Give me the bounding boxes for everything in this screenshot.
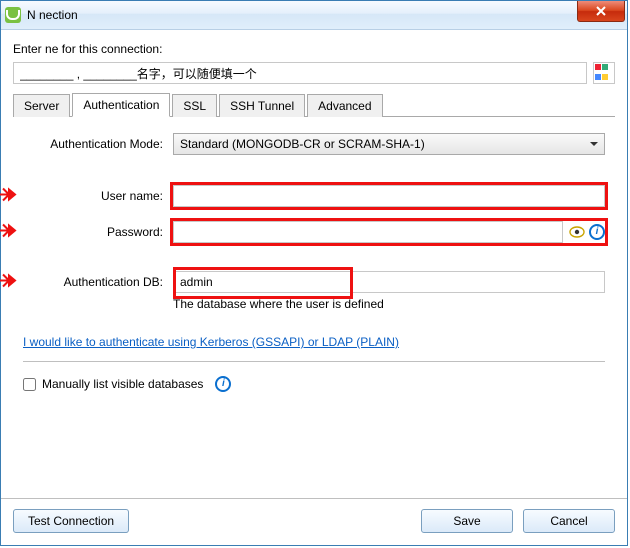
username-label: User name: xyxy=(23,189,173,203)
arrow-icon xyxy=(0,224,17,241)
auth-panel: Authentication Mode: Standard (MONGODB-C… xyxy=(13,117,615,494)
auth-mode-value: Standard (MONGODB-CR or SCRAM-SHA-1) xyxy=(180,137,425,151)
titlebar: N nection xyxy=(1,1,627,30)
save-button[interactable]: Save xyxy=(421,509,513,533)
tab-bar: Server Authentication SSL SSH Tunnel Adv… xyxy=(13,92,615,117)
tab-server[interactable]: Server xyxy=(13,94,70,117)
password-highlight: i xyxy=(173,221,605,243)
tab-ssl[interactable]: SSL xyxy=(172,94,217,117)
authdb-input[interactable] xyxy=(173,271,605,293)
manual-list-checkbox[interactable] xyxy=(23,378,36,391)
auth-mode-row: Authentication Mode: Standard (MONGODB-C… xyxy=(23,133,605,155)
auth-mode-label: Authentication Mode: xyxy=(23,137,173,151)
test-connection-button[interactable]: Test Connection xyxy=(13,509,129,533)
tab-ssh-tunnel[interactable]: SSH Tunnel xyxy=(219,94,305,117)
password-input[interactable] xyxy=(173,221,563,243)
app-icon xyxy=(5,7,21,23)
arrow-icon xyxy=(0,188,17,205)
authdb-field-wrap xyxy=(173,271,605,293)
window-title: N nection xyxy=(27,8,78,22)
prompt-label: Enter ne for this connection: xyxy=(13,42,615,56)
cancel-button[interactable]: Cancel xyxy=(523,509,615,533)
info-icon[interactable]: i xyxy=(215,376,231,392)
username-row: User name: xyxy=(23,185,605,207)
auth-mode-select[interactable]: Standard (MONGODB-CR or SCRAM-SHA-1) xyxy=(173,133,605,155)
authdb-row: Authentication DB: xyxy=(23,271,605,293)
username-input[interactable] xyxy=(173,185,605,207)
tab-authentication[interactable]: Authentication xyxy=(72,93,170,117)
username-highlight xyxy=(173,185,605,207)
color-picker-icon[interactable] xyxy=(593,62,615,84)
authdb-label: Authentication DB: xyxy=(23,275,173,289)
authdb-hint: The database where the user is defined xyxy=(173,297,605,311)
tab-advanced[interactable]: Advanced xyxy=(307,94,382,117)
arrow-icon xyxy=(0,274,17,291)
info-icon[interactable]: i xyxy=(589,224,605,240)
dialog-footer: Test Connection Save Cancel xyxy=(1,498,627,545)
password-row: Password: i xyxy=(23,221,605,243)
manual-list-row: Manually list visible databases i xyxy=(23,376,605,392)
kerberos-link[interactable]: I would like to authenticate using Kerbe… xyxy=(23,335,399,349)
dialog-body: Enter ne for this connection: Server Aut… xyxy=(1,30,627,498)
manual-list-label: Manually list visible databases xyxy=(42,377,203,391)
close-button[interactable] xyxy=(577,1,625,22)
connection-name-input[interactable] xyxy=(13,62,587,84)
password-label: Password: xyxy=(23,225,173,239)
connection-dialog: N nection Enter ne for this connection: … xyxy=(0,0,628,546)
kerberos-link-row: I would like to authenticate using Kerbe… xyxy=(23,335,605,362)
connection-name-row xyxy=(13,62,615,84)
eye-icon[interactable] xyxy=(569,224,585,240)
close-icon xyxy=(596,6,606,16)
password-icons: i xyxy=(569,224,605,240)
